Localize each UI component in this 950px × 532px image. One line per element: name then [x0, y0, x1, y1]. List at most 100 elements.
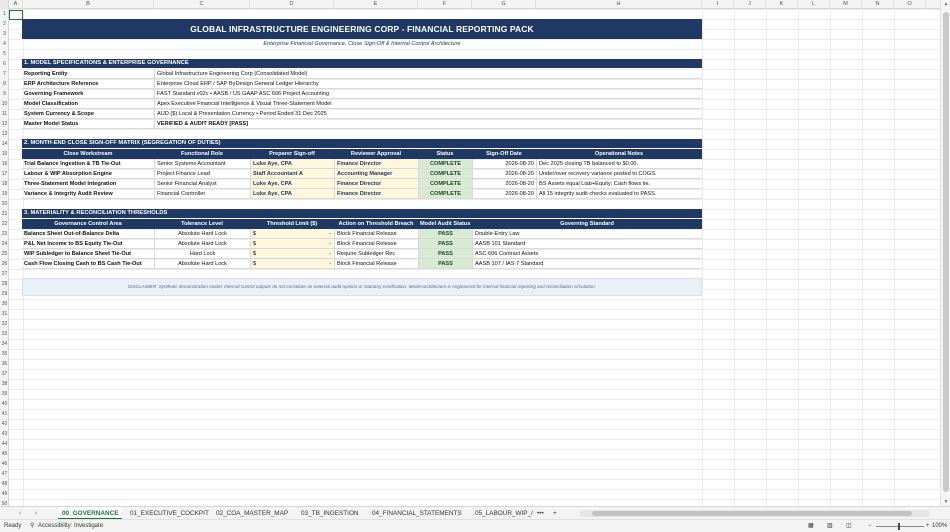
row-number[interactable]: 13 [0, 129, 9, 139]
column-header[interactable]: H [536, 0, 702, 9]
row-number[interactable]: 3 [0, 29, 9, 39]
selected-cell[interactable] [9, 10, 23, 20]
row-number[interactable]: 20 [0, 199, 9, 209]
column-header[interactable]: B [23, 0, 154, 9]
column-header[interactable]: G [472, 0, 536, 9]
row-number[interactable]: 28 [0, 279, 9, 289]
scroll-down-icon[interactable]: ▼ [941, 498, 950, 506]
horizontal-scroll-thumb[interactable] [592, 511, 912, 516]
row-number[interactable]: 2 [0, 19, 9, 29]
spec-row[interactable]: Reporting Entity Global Infrastructure E… [22, 69, 702, 79]
table-row[interactable]: Labour & WIP Absorption Engine Project F… [22, 169, 702, 179]
row-number[interactable]: 41 [0, 409, 9, 419]
row-number[interactable]: 45 [0, 449, 9, 459]
spec-row[interactable]: Master Model Status VERIFIED & AUDIT REA… [22, 119, 702, 129]
row-number[interactable]: 11 [0, 109, 9, 119]
row-number[interactable]: 47 [0, 469, 9, 479]
threshold-cell[interactable]: $ - [250, 229, 334, 239]
row-number[interactable]: 21 [0, 209, 9, 219]
column-header[interactable]: K [766, 0, 798, 9]
row-number[interactable]: 43 [0, 429, 9, 439]
row-number[interactable]: 35 [0, 349, 9, 359]
table-row[interactable]: Balance Sheet Out-of-Balance Delta Absol… [22, 229, 702, 239]
row-number[interactable]: 30 [0, 299, 9, 309]
row-number[interactable]: 33 [0, 329, 9, 339]
column-header[interactable]: I [702, 0, 734, 9]
scroll-thumb[interactable] [943, 12, 949, 492]
column-header[interactable]: M [830, 0, 862, 9]
preparer-cell[interactable]: Staff Accountant A [250, 169, 334, 179]
row-number[interactable]: 9 [0, 89, 9, 99]
row-number[interactable]: 42 [0, 419, 9, 429]
row-number[interactable]: 46 [0, 459, 9, 469]
row-number[interactable]: 22 [0, 219, 9, 229]
preparer-cell[interactable]: Luke Aye, CPA [250, 179, 334, 189]
preparer-cell[interactable]: Luke Aye, CPA [250, 189, 334, 199]
reviewer-cell[interactable]: Finance Director [334, 159, 418, 169]
row-number[interactable]: 12 [0, 119, 9, 129]
column-header[interactable]: C [154, 0, 250, 9]
row-number[interactable]: 23 [0, 229, 9, 239]
row-number[interactable]: 29 [0, 289, 9, 299]
row-number[interactable]: 16 [0, 159, 9, 169]
row-number[interactable]: 19 [0, 189, 9, 199]
row-number[interactable]: 49 [0, 489, 9, 499]
column-header[interactable]: E [334, 0, 418, 9]
row-number[interactable]: 8 [0, 79, 9, 89]
row-number[interactable]: 34 [0, 339, 9, 349]
row-number[interactable]: 40 [0, 399, 9, 409]
column-header[interactable]: N [862, 0, 894, 9]
row-number[interactable]: 27 [0, 269, 9, 279]
row-number[interactable]: 44 [0, 439, 9, 449]
row-number[interactable]: 4 [0, 39, 9, 49]
column-header[interactable]: D [250, 0, 334, 9]
column-header[interactable]: F [418, 0, 472, 9]
row-number[interactable]: 36 [0, 359, 9, 369]
threshold-cell[interactable]: $ - [250, 259, 334, 269]
row-number[interactable]: 39 [0, 389, 9, 399]
spec-row[interactable]: System Currency & Scope AUD ($) Local & … [22, 109, 702, 119]
vertical-scrollbar[interactable]: ▲ ▼ [940, 0, 950, 506]
column-header[interactable]: J [734, 0, 766, 9]
row-number[interactable]: 5 [0, 49, 9, 59]
page-layout-icon[interactable]: ▥ [827, 520, 833, 532]
row-number[interactable]: 24 [0, 239, 9, 249]
column-header[interactable]: O [894, 0, 926, 9]
zoom-slider[interactable] [876, 526, 924, 527]
column-header[interactable]: L [798, 0, 830, 9]
table-row[interactable]: Cash Flow Closing Cash to BS Cash Tie-Ou… [22, 259, 702, 269]
accessibility-status[interactable]: Accessibility: Investigate [38, 520, 103, 532]
table-row[interactable]: P&L Net Income to BS Equity Tie-Out Abso… [22, 239, 702, 249]
zoom-level[interactable]: 100% [932, 520, 947, 532]
row-number[interactable]: 6 [0, 59, 9, 69]
row-number[interactable]: 37 [0, 369, 9, 379]
row-number[interactable]: 38 [0, 379, 9, 389]
column-header[interactable]: A [9, 0, 23, 9]
row-number[interactable]: 7 [0, 69, 9, 79]
zoom-out-icon[interactable]: − [868, 520, 872, 532]
table-row[interactable]: Three-Statement Model Integration Senior… [22, 179, 702, 189]
spec-row[interactable]: Governing Framework FAST Standard v02c •… [22, 89, 702, 99]
row-number[interactable]: 18 [0, 179, 9, 189]
row-number[interactable]: 32 [0, 319, 9, 329]
page-break-icon[interactable]: ◫ [846, 520, 852, 532]
zoom-slider-thumb[interactable] [898, 523, 900, 530]
table-row[interactable]: WIP Subledger to Balance Sheet Tie-Out H… [22, 249, 702, 259]
table-row[interactable]: Variance & Integrity Audit Review Financ… [22, 189, 702, 199]
table-row[interactable]: Trial Balance Ingestion & TB Tie-Out Sen… [22, 159, 702, 169]
accessibility-icon[interactable]: ⚲ [30, 520, 34, 532]
row-number[interactable]: 17 [0, 169, 9, 179]
reviewer-cell[interactable]: Finance Director [334, 179, 418, 189]
preparer-cell[interactable]: Luke Aye, CPA [250, 159, 334, 169]
threshold-cell[interactable]: $ - [250, 239, 334, 249]
normal-view-icon[interactable]: ▦ [808, 520, 814, 532]
row-number[interactable]: 26 [0, 259, 9, 269]
spec-row[interactable]: Model Classification Apex Executive Fina… [22, 99, 702, 109]
row-number[interactable]: 1 [0, 9, 9, 19]
row-number[interactable]: 15 [0, 149, 9, 159]
reviewer-cell[interactable]: Finance Director [334, 189, 418, 199]
row-number[interactable]: 10 [0, 99, 9, 109]
scroll-up-icon[interactable]: ▲ [941, 0, 950, 8]
row-number[interactable]: 31 [0, 309, 9, 319]
reviewer-cell[interactable]: Accounting Manager [334, 169, 418, 179]
